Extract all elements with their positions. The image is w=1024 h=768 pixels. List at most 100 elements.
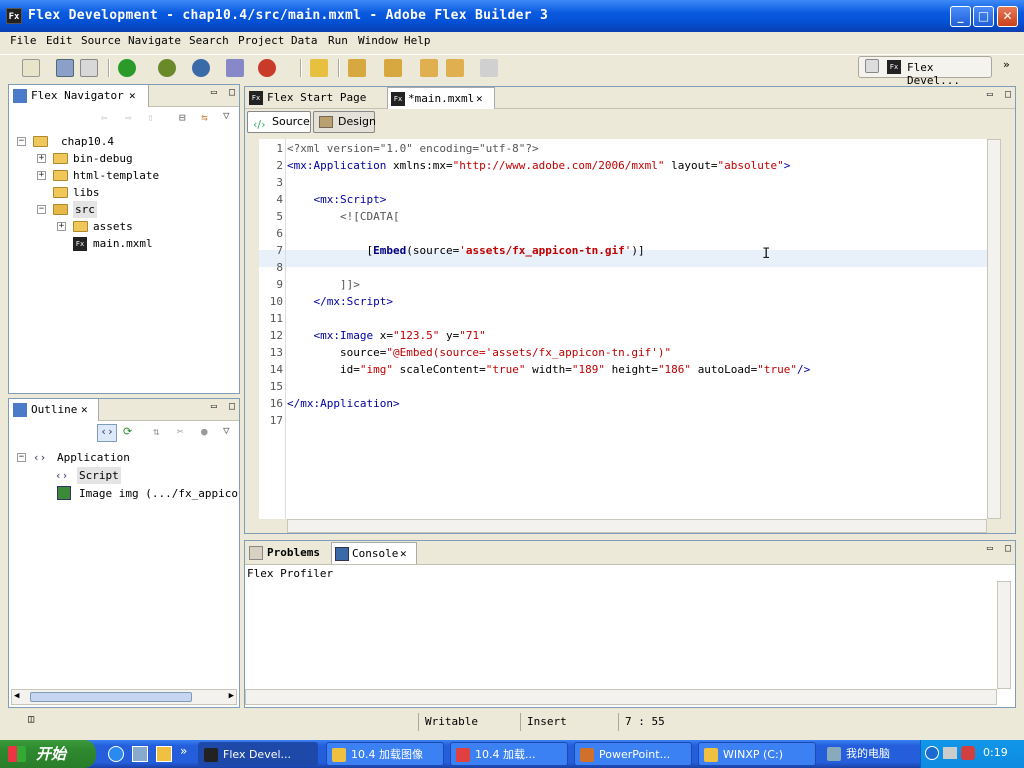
security-shield-icon[interactable] xyxy=(961,746,975,760)
task-flex-builder[interactable]: Flex Devel... xyxy=(198,742,318,766)
last-edit-icon[interactable] xyxy=(420,59,438,77)
close-icon[interactable]: ✕ xyxy=(476,88,483,110)
previous-annotation-icon[interactable] xyxy=(384,59,402,77)
back-icon[interactable] xyxy=(446,59,464,77)
menu-search[interactable]: Search xyxy=(189,34,229,47)
menu-run[interactable]: Run xyxy=(328,34,348,47)
horizontal-scrollbar[interactable]: ◀ ▶ xyxy=(11,689,237,705)
collapse-icon[interactable]: − xyxy=(17,137,26,146)
close-icon[interactable]: ✕ xyxy=(129,85,136,107)
menu-project[interactable]: Project xyxy=(238,34,284,47)
menu-window[interactable]: Window xyxy=(358,34,398,47)
view-menu-icon[interactable]: ▽ xyxy=(223,424,230,437)
run-icon[interactable] xyxy=(118,59,136,77)
next-annotation-icon[interactable] xyxy=(348,59,366,77)
close-icon[interactable]: ✕ xyxy=(81,399,88,421)
export-icon[interactable] xyxy=(226,59,244,77)
menu-file[interactable]: File xyxy=(10,34,37,47)
view-controls[interactable]: ▭ □ xyxy=(211,401,235,412)
close-button[interactable]: ✕ xyxy=(997,6,1018,27)
expand-icon[interactable]: + xyxy=(37,154,46,163)
task-my-computer[interactable]: 我的电脑 xyxy=(822,742,920,766)
menu-data[interactable]: Data xyxy=(291,34,318,47)
vertical-scrollbar[interactable] xyxy=(987,139,1001,519)
view-controls[interactable]: ▭ □ xyxy=(987,543,1011,554)
menu-navigate[interactable]: Navigate xyxy=(128,34,181,47)
expand-icon[interactable]: + xyxy=(57,222,66,231)
collapse-icon[interactable]: − xyxy=(37,205,46,214)
scroll-right-icon[interactable]: ▶ xyxy=(229,691,234,701)
quicklaunch-ie-icon[interactable] xyxy=(108,746,124,762)
line-number: 11 xyxy=(269,312,283,325)
source-icon: ‹/› xyxy=(253,118,266,131)
menu-edit[interactable]: Edit xyxy=(46,34,73,47)
clock[interactable]: 0:19 xyxy=(983,746,1008,759)
tab-outline[interactable]: Outline ✕ xyxy=(9,399,99,421)
filter-icon[interactable]: ● xyxy=(201,425,208,438)
back-icon[interactable]: ⇦ xyxy=(101,111,108,124)
scroll-left-icon[interactable]: ◀ xyxy=(14,691,19,701)
show-tags-icon[interactable]: ‹› xyxy=(97,424,117,442)
design-mode-button[interactable]: Design xyxy=(313,111,376,133)
refresh-icon[interactable]: ⟳ xyxy=(123,425,132,438)
task-folder-10-4[interactable]: 10.4 加载图像 xyxy=(326,742,444,766)
new-icon[interactable] xyxy=(22,59,40,77)
windows-logo-icon xyxy=(8,746,26,762)
problems-icon xyxy=(249,546,263,560)
menu-help[interactable]: Help xyxy=(404,34,431,47)
task-powerpoint[interactable]: PowerPoint... xyxy=(574,742,692,766)
task-document[interactable]: 10.4 加载... xyxy=(450,742,568,766)
network-icon[interactable] xyxy=(943,747,957,759)
open-perspective-icon[interactable] xyxy=(865,59,879,73)
source-mode-button[interactable]: ‹/› Source xyxy=(247,111,311,133)
console-icon xyxy=(335,547,349,561)
forward-icon[interactable]: ⇨ xyxy=(125,111,132,124)
menu-source[interactable]: Source xyxy=(81,34,121,47)
task-winxp-drive[interactable]: WINXP (C:) xyxy=(698,742,816,766)
debug-icon[interactable] xyxy=(158,59,176,77)
tab-console[interactable]: Console ✕ xyxy=(331,542,417,564)
quicklaunch-folder-icon[interactable] xyxy=(156,746,172,762)
profile-icon[interactable] xyxy=(192,59,210,77)
up-icon[interactable]: ⇧ xyxy=(147,111,154,124)
bottom-panel: Problems Console ✕ ▭ □ Flex Profiler xyxy=(244,540,1016,708)
save-icon[interactable] xyxy=(56,59,74,77)
title-bar[interactable]: Fx Flex Development - chap10.4/src/main.… xyxy=(0,0,1024,32)
chevron-icon[interactable]: » xyxy=(180,744,187,758)
windows-taskbar: 开始 » Flex Devel... 10.4 加载图像 10.4 加载... … xyxy=(0,740,1024,768)
expand-icon[interactable]: + xyxy=(37,171,46,180)
collapse-all-icon[interactable]: ⊟ xyxy=(179,111,186,124)
scrollbar-thumb[interactable] xyxy=(30,692,192,702)
horizontal-scrollbar[interactable] xyxy=(245,689,997,705)
tab-problems[interactable]: Problems xyxy=(245,542,329,564)
code-editor[interactable]: 1 2 3 4 5 6 7 8 9 10 11 12 13 14 15 16 1… xyxy=(259,139,987,519)
view-menu-icon[interactable]: ▽ xyxy=(223,109,230,122)
vertical-scrollbar[interactable] xyxy=(997,581,1011,689)
view-controls[interactable]: ▭ □ xyxy=(987,89,1011,100)
perspective-switcher[interactable]: Fx Flex Devel... xyxy=(858,56,992,87)
external-tools-icon[interactable] xyxy=(258,59,276,77)
minimize-button[interactable]: _ xyxy=(950,6,971,27)
quicklaunch-desktop-icon[interactable] xyxy=(132,746,148,762)
tab-flex-navigator[interactable]: Flex Navigator ✕ xyxy=(9,85,149,107)
hide-icon[interactable]: ✂ xyxy=(177,425,184,438)
status-insert-mode: Insert xyxy=(520,713,618,731)
maximize-button[interactable]: □ xyxy=(973,6,994,27)
text-cursor-icon: I xyxy=(762,246,771,262)
line-number: 9 xyxy=(276,278,283,291)
horizontal-scrollbar[interactable] xyxy=(287,519,987,533)
forward-icon[interactable] xyxy=(480,59,498,77)
sort-icon[interactable]: ⇅ xyxy=(153,425,160,438)
link-editor-icon[interactable]: ⇆ xyxy=(201,111,208,124)
view-controls[interactable]: ▭ □ xyxy=(211,87,235,98)
tray-expand-icon[interactable] xyxy=(925,746,939,760)
print-icon[interactable] xyxy=(80,59,98,77)
close-icon[interactable]: ✕ xyxy=(400,543,407,565)
collapse-icon[interactable]: − xyxy=(17,453,26,462)
highlight-icon[interactable] xyxy=(310,59,328,77)
chevron-right-icon[interactable]: » xyxy=(1003,58,1010,71)
tab-flex-start-page[interactable]: Fx Flex Start Page xyxy=(245,87,383,109)
outline-item-image[interactable]: Image img (.../fx_appicon-t xyxy=(55,485,239,502)
start-button[interactable]: 开始 xyxy=(0,740,96,768)
tab-main-mxml[interactable]: Fx *main.mxml ✕ xyxy=(387,87,495,109)
